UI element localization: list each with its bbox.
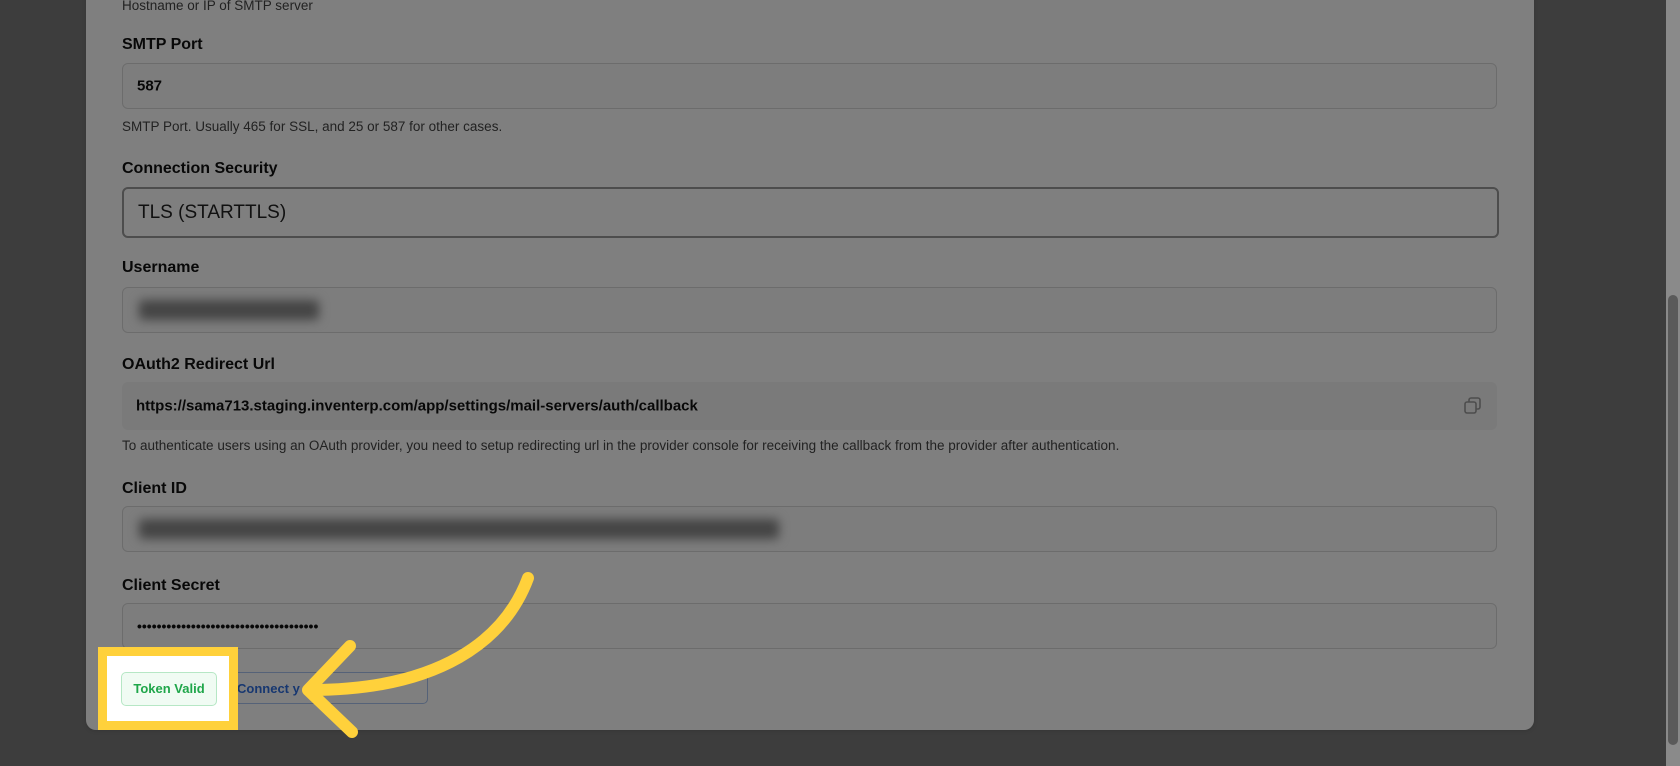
- smtp-port-value: 587: [137, 77, 163, 95]
- connection-security-label: Connection Security: [122, 160, 278, 177]
- host-helper-text: Hostname or IP of SMTP server: [122, 0, 313, 13]
- username-label: Username: [122, 259, 200, 276]
- client-secret-input[interactable]: •••••••••••••••••••••••••••••••••••••: [122, 603, 1497, 649]
- client-id-redacted-value: [139, 519, 779, 539]
- smtp-port-helper: SMTP Port. Usually 465 for SSL, and 25 o…: [122, 119, 503, 134]
- connection-security-value: TLS (STARTTLS): [138, 201, 287, 223]
- smtp-port-input[interactable]: 587: [122, 63, 1497, 109]
- oauth-redirect-helper: To authenticate users using an OAuth pro…: [122, 438, 1120, 453]
- connection-security-select[interactable]: TLS (STARTTLS): [122, 187, 1499, 238]
- client-secret-masked-value: •••••••••••••••••••••••••••••••••••••: [137, 618, 319, 634]
- client-id-input[interactable]: [122, 506, 1497, 552]
- oauth-redirect-label: OAuth2 Redirect Url: [122, 356, 275, 373]
- oauth-redirect-url-field: https://sama713.staging.inventerp.com/ap…: [122, 382, 1497, 430]
- copy-icon[interactable]: [1463, 396, 1483, 416]
- token-valid-button[interactable]: Token Valid: [121, 672, 217, 706]
- connect-account-button[interactable]: Connect y: [224, 672, 428, 704]
- client-id-label: Client ID: [122, 480, 187, 497]
- username-input[interactable]: [122, 287, 1497, 333]
- scrollbar-thumb[interactable]: [1668, 295, 1678, 745]
- client-secret-label: Client Secret: [122, 577, 220, 594]
- oauth-redirect-url-value: https://sama713.staging.inventerp.com/ap…: [136, 397, 698, 415]
- smtp-port-label: SMTP Port: [122, 36, 203, 53]
- username-redacted-value: [139, 300, 319, 320]
